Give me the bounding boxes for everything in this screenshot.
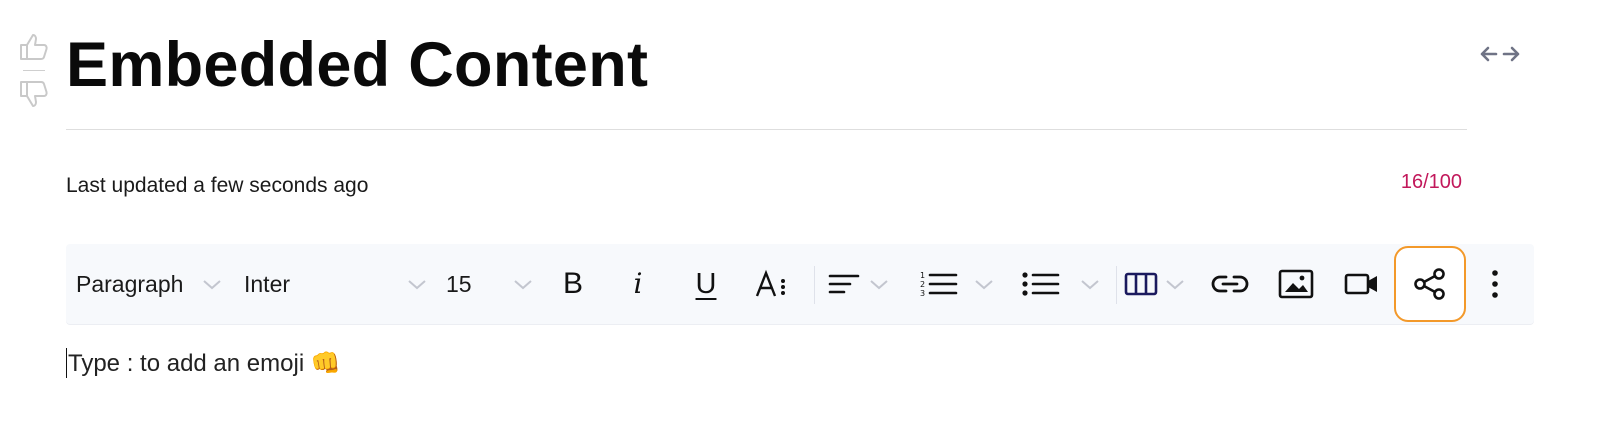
font-size-value: 15	[446, 270, 472, 297]
thumbs-up-button[interactable]	[16, 30, 52, 64]
toolbar-separator	[1116, 266, 1117, 304]
vote-divider	[23, 70, 45, 71]
editor-toolbar: Paragraph Inter 15 B i U 1 2 3	[66, 244, 1534, 324]
bold-button[interactable]: B	[543, 254, 603, 314]
insert-link-button[interactable]	[1200, 254, 1260, 314]
block-type-select[interactable]: Paragraph	[76, 244, 223, 324]
chevron-down-icon	[408, 280, 426, 290]
editor-page: Embedded Content Last updated a few seco…	[0, 0, 1600, 438]
bullet-list-dropdown[interactable]	[1021, 244, 1101, 324]
thumbs-up-icon	[20, 34, 48, 60]
thumbs-down-icon	[20, 81, 48, 107]
editor-placeholder: Type : to add an emoji 👊	[68, 349, 341, 377]
italic-icon: i	[633, 267, 643, 300]
thumbs-down-button[interactable]	[16, 77, 52, 111]
embed-button[interactable]	[1394, 246, 1466, 322]
share-icon	[1414, 268, 1445, 300]
toolbar-separator	[814, 266, 815, 304]
chevron-down-icon	[870, 280, 888, 290]
more-vertical-icon	[1492, 270, 1498, 298]
font-family-select[interactable]: Inter	[244, 244, 428, 324]
chevron-down-icon	[1166, 280, 1184, 290]
text-caret	[66, 348, 67, 378]
link-icon	[1211, 275, 1249, 293]
editor-body[interactable]: Type : to add an emoji 👊	[66, 338, 1534, 388]
expand-width-button[interactable]	[1478, 40, 1522, 68]
video-icon	[1344, 273, 1377, 295]
numbered-list-dropdown[interactable]: 1 2 3	[919, 244, 995, 324]
text-format-icon	[755, 269, 785, 297]
svg-text:2: 2	[920, 280, 925, 289]
svg-text:3: 3	[920, 289, 925, 298]
chevron-down-icon	[203, 280, 222, 290]
numbered-list-icon: 1 2 3	[920, 271, 958, 298]
align-left-icon	[828, 274, 860, 294]
underline-button[interactable]: U	[676, 254, 736, 314]
bullet-list-icon	[1022, 272, 1060, 296]
more-options-button[interactable]	[1465, 254, 1525, 314]
underline-icon: U	[695, 267, 717, 300]
vote-rail	[14, 30, 54, 111]
chevron-down-icon	[1081, 280, 1099, 290]
chevron-down-icon	[975, 280, 993, 290]
bold-icon: B	[562, 267, 583, 300]
last-updated-text: Last updated a few seconds ago	[66, 174, 369, 197]
text-format-button[interactable]	[743, 254, 803, 314]
chevron-down-icon	[513, 280, 532, 290]
italic-button[interactable]: i	[608, 254, 668, 314]
expand-horizontal-icon	[1480, 46, 1520, 62]
block-type-value: Paragraph	[76, 270, 184, 297]
font-size-select[interactable]: 15	[446, 244, 534, 324]
title-character-counter: 16/100	[1400, 171, 1462, 193]
page-title[interactable]: Embedded Content	[66, 22, 648, 108]
image-icon	[1278, 269, 1314, 299]
title-divider	[66, 129, 1467, 130]
align-dropdown[interactable]	[826, 244, 890, 324]
font-family-value: Inter	[244, 270, 291, 297]
insert-video-button[interactable]	[1332, 254, 1392, 314]
columns-icon	[1124, 272, 1158, 296]
svg-text:1: 1	[920, 271, 925, 280]
columns-dropdown[interactable]	[1124, 244, 1186, 324]
insert-image-button[interactable]	[1266, 254, 1326, 314]
